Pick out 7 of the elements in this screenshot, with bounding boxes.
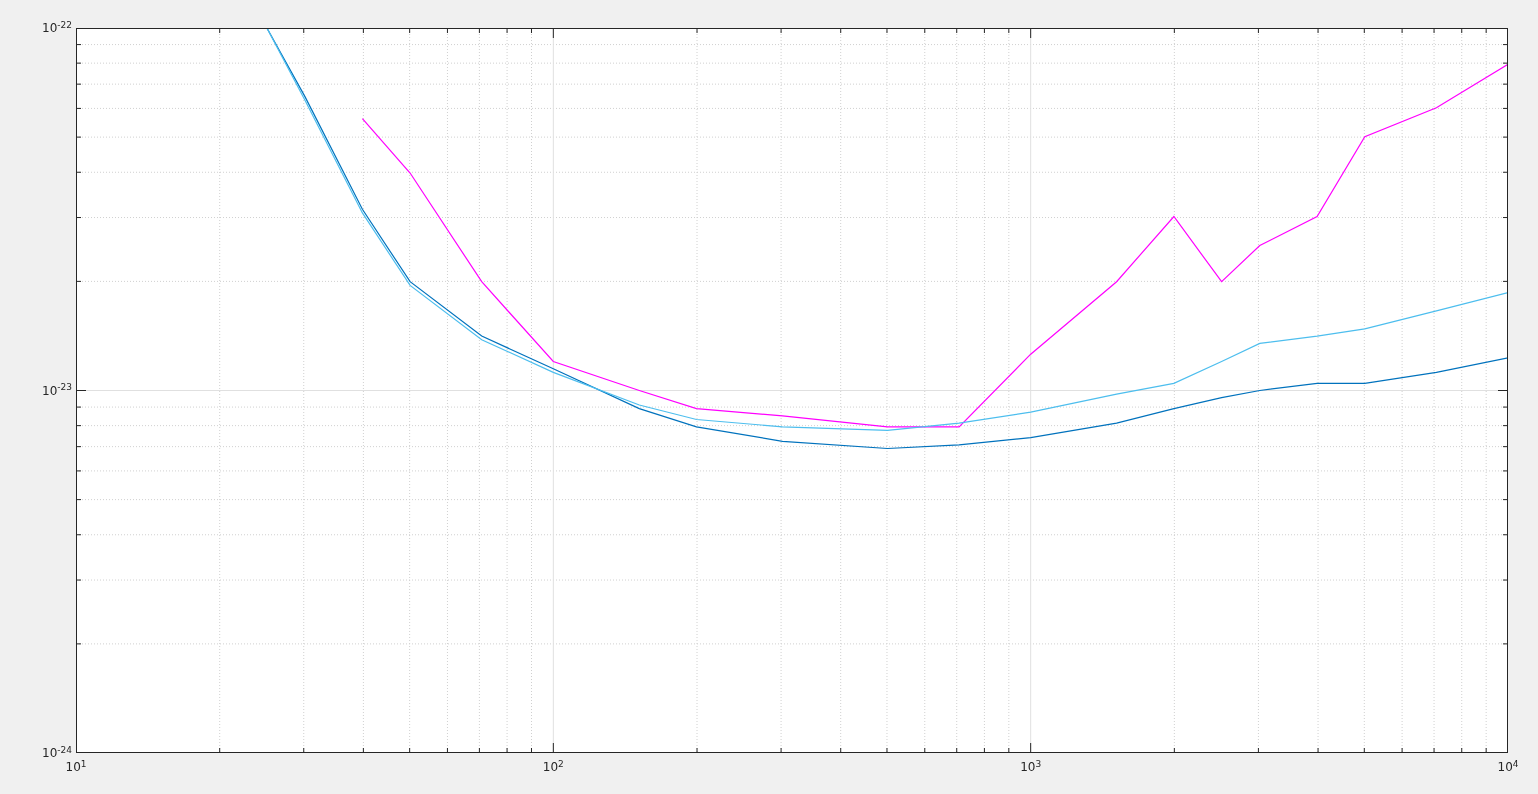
x-tick-label: 10$^{3}$ xyxy=(1020,761,1042,773)
y-tick-label: 10$^{-24}$ xyxy=(42,747,72,759)
y-tick-label: 10$^{-23}$ xyxy=(42,384,72,397)
x-tick-label: 10$^{1}$ xyxy=(65,761,87,773)
x-tick-label: 10$^{2}$ xyxy=(542,761,564,773)
y-tick-label: 10$^{-22}$ xyxy=(42,22,72,34)
x-tick-label: 10$^{4}$ xyxy=(1497,761,1519,773)
